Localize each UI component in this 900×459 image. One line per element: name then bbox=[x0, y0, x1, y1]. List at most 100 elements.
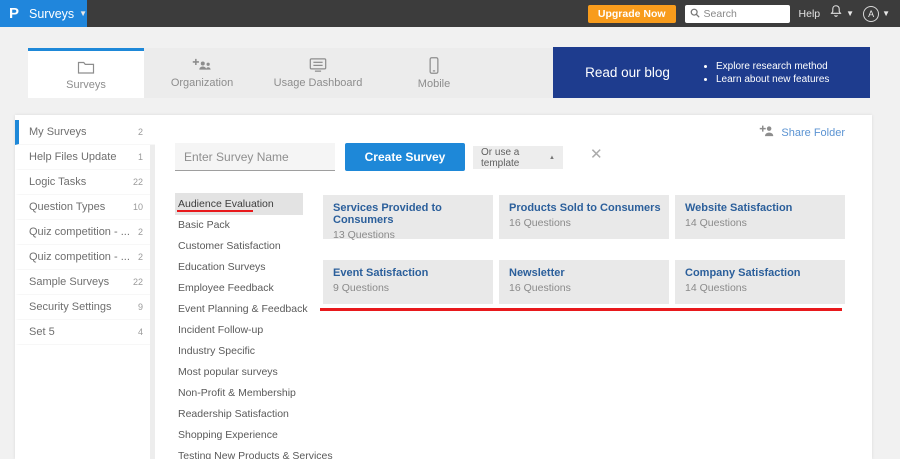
share-folder-button[interactable]: Share Folder bbox=[759, 124, 845, 142]
search-box[interactable] bbox=[684, 4, 790, 23]
blog-banner-bullets: Explore research method Learn about new … bbox=[702, 59, 829, 87]
tab-organization[interactable]: Organization bbox=[144, 48, 260, 98]
template-card[interactable]: Company Satisfaction 14 Questions bbox=[675, 260, 845, 304]
account-menu[interactable]: A ▼ bbox=[863, 5, 890, 22]
template-card-questions: 9 Questions bbox=[333, 282, 390, 294]
template-category-item[interactable]: Customer Satisfaction bbox=[175, 236, 303, 257]
sidebar-folder-item[interactable]: Security Settings 9 bbox=[15, 295, 155, 320]
folder-label: My Surveys bbox=[29, 126, 87, 138]
template-card-questions: 14 Questions bbox=[685, 217, 747, 229]
chevron-down-icon: ▼ bbox=[79, 8, 88, 18]
tab-surveys[interactable]: Surveys bbox=[28, 48, 144, 98]
close-icon[interactable]: ✕ bbox=[590, 147, 603, 162]
template-category-item[interactable]: Incident Follow-up bbox=[175, 320, 303, 341]
sidebar-folder-item[interactable]: Help Files Update 1 bbox=[15, 145, 155, 170]
blog-bullet: Explore research method bbox=[716, 61, 829, 72]
folder-count-badge: 9 bbox=[137, 302, 143, 312]
tab-label: Surveys bbox=[66, 78, 106, 91]
notifications-menu[interactable]: ▼ bbox=[829, 4, 854, 23]
use-template-dropdown[interactable]: Or use a template ▲ bbox=[473, 146, 563, 169]
use-template-label: Or use a template bbox=[481, 146, 520, 169]
surveys-content-panel: My Surveys 2 Help Files Update 1 Logic T… bbox=[15, 115, 872, 459]
sidebar-folder-item[interactable]: My Surveys 2 bbox=[15, 120, 155, 145]
folder-label: Logic Tasks bbox=[29, 176, 87, 188]
app-switcher-menu[interactable]: Surveys ▼ bbox=[29, 7, 87, 21]
app-switcher-label: Surveys bbox=[29, 6, 75, 21]
chevron-down-icon: ▼ bbox=[882, 8, 890, 18]
app-window: P Surveys ▼ Upgrade Now Help ▼ bbox=[0, 0, 900, 459]
bell-icon bbox=[829, 4, 843, 23]
template-category-item[interactable]: Employee Feedback bbox=[175, 278, 303, 299]
folder-label: Security Settings bbox=[29, 301, 112, 313]
upgrade-now-button[interactable]: Upgrade Now bbox=[587, 4, 676, 23]
red-annotation-underline bbox=[177, 210, 253, 212]
template-card-questions: 14 Questions bbox=[685, 282, 747, 294]
template-card-title: Website Satisfaction bbox=[685, 202, 793, 214]
blog-banner-title: Read our blog bbox=[585, 65, 670, 80]
sidebar-folder-item[interactable]: Sample Surveys 22 bbox=[15, 270, 155, 295]
folder-label: Set 5 bbox=[29, 326, 55, 338]
folders-sidebar: My Surveys 2 Help Files Update 1 Logic T… bbox=[15, 120, 155, 345]
template-card-title: Newsletter bbox=[509, 267, 565, 279]
template-card[interactable]: Event Satisfaction 9 Questions bbox=[323, 260, 493, 304]
search-input[interactable] bbox=[703, 7, 784, 20]
tab-usage-dashboard[interactable]: Usage Dashboard bbox=[260, 48, 376, 98]
folder-label: Help Files Update bbox=[29, 151, 117, 163]
template-cards-grid: Services Provided to Consumers 13 Questi… bbox=[323, 195, 845, 304]
tab-mobile[interactable]: Mobile bbox=[376, 48, 492, 98]
template-card-title: Products Sold to Consumers bbox=[509, 202, 661, 214]
template-category-item[interactable]: Non-Profit & Membership bbox=[175, 383, 303, 404]
folder-label: Sample Surveys bbox=[29, 276, 110, 288]
folder-count-badge: 2 bbox=[137, 252, 143, 262]
folder-count-badge: 22 bbox=[132, 177, 143, 187]
sidebar-folder-item[interactable]: Quiz competition - ... 2 bbox=[15, 245, 155, 270]
sidebar-folder-item[interactable]: Logic Tasks 22 bbox=[15, 170, 155, 195]
template-category-item[interactable]: Testing New Products & Services bbox=[175, 446, 333, 459]
folder-label: Quiz competition - ... bbox=[29, 251, 130, 263]
template-category-item[interactable]: Event Planning & Feedback bbox=[175, 299, 308, 320]
template-category-item[interactable]: Most popular surveys bbox=[175, 362, 303, 383]
template-category-item[interactable]: Industry Specific bbox=[175, 341, 303, 362]
search-icon bbox=[690, 5, 700, 23]
sidebar-folder-item[interactable]: Question Types 10 bbox=[15, 195, 155, 220]
proprofs-logo[interactable]: P bbox=[9, 6, 19, 21]
tab-label: Mobile bbox=[417, 77, 451, 90]
top-header-bar: P Surveys ▼ Upgrade Now Help ▼ bbox=[0, 0, 900, 27]
folder-count-badge: 4 bbox=[137, 327, 143, 337]
tab-label: Organization bbox=[170, 77, 234, 89]
sidebar-folder-item[interactable]: Quiz competition - ... 2 bbox=[15, 220, 155, 245]
template-card-title: Company Satisfaction bbox=[685, 267, 801, 279]
survey-name-input[interactable] bbox=[175, 143, 335, 171]
share-folder-label: Share Folder bbox=[781, 127, 845, 139]
brand-area: P Surveys ▼ bbox=[0, 0, 87, 27]
template-card[interactable]: Products Sold to Consumers 16 Questions bbox=[499, 195, 669, 239]
sidebar-scrollbar[interactable] bbox=[150, 145, 155, 459]
avatar: A bbox=[863, 5, 880, 22]
add-person-icon bbox=[759, 124, 774, 142]
folder-count-badge: 2 bbox=[137, 227, 143, 237]
template-card-questions: 16 Questions bbox=[509, 217, 571, 229]
template-category-item[interactable]: Basic Pack bbox=[175, 215, 303, 236]
dashboard-icon bbox=[308, 57, 328, 73]
chevron-up-icon: ▲ bbox=[549, 154, 555, 161]
template-card[interactable]: Services Provided to Consumers 13 Questi… bbox=[323, 195, 493, 241]
template-card[interactable]: Website Satisfaction 14 Questions bbox=[675, 195, 845, 239]
tab-label: Usage Dashboard bbox=[273, 77, 363, 89]
red-annotation-line bbox=[320, 308, 842, 311]
template-categories-list: Audience Evaluation Basic Pack Customer … bbox=[175, 193, 333, 459]
folder-count-badge: 22 bbox=[132, 277, 143, 287]
template-card-title: Services Provided to Consumers bbox=[333, 202, 442, 226]
mobile-icon bbox=[428, 56, 440, 74]
folder-icon bbox=[77, 59, 95, 75]
organization-icon bbox=[192, 57, 212, 73]
sidebar-folder-item[interactable]: Set 5 4 bbox=[15, 320, 155, 345]
blog-banner[interactable]: Read our blog Explore research method Le… bbox=[553, 47, 870, 98]
template-category-item[interactable]: Shopping Experience bbox=[175, 425, 303, 446]
template-category-item[interactable]: Readership Satisfaction bbox=[175, 404, 303, 425]
folder-count-badge: 10 bbox=[132, 202, 143, 212]
create-survey-button[interactable]: Create Survey bbox=[345, 143, 465, 171]
template-card[interactable]: Newsletter 16 Questions bbox=[499, 260, 669, 304]
template-category-item[interactable]: Education Surveys bbox=[175, 257, 303, 278]
template-card-questions: 13 Questions bbox=[333, 229, 395, 241]
help-link[interactable]: Help bbox=[799, 8, 821, 20]
